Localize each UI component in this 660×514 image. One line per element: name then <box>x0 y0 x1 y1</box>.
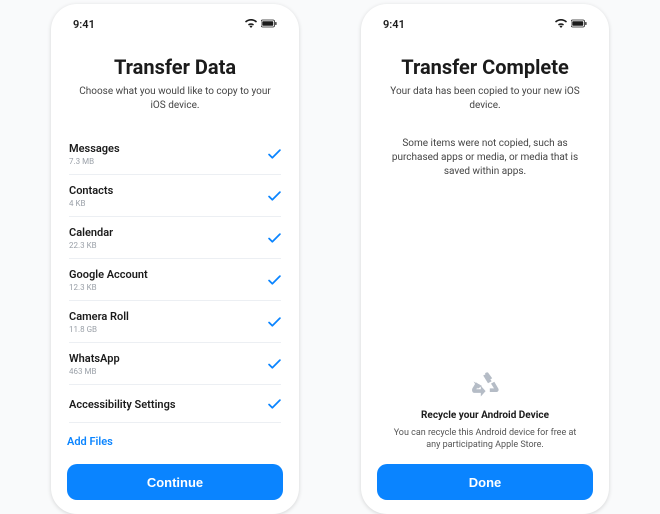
check-icon <box>268 355 281 374</box>
list-item[interactable]: Contacts 4 KB <box>69 175 281 217</box>
header: Transfer Complete Your data has been cop… <box>377 55 593 113</box>
list-item-title: Contacts <box>69 184 113 197</box>
phone-transfer-data: 9:41 Transfer Data Choose what you would… <box>51 4 299 514</box>
page-subtitle: Choose what you would like to copy to yo… <box>67 85 283 113</box>
continue-button[interactable]: Continue <box>67 464 283 500</box>
status-time: 9:41 <box>383 18 405 31</box>
list-item-size: 463 MB <box>69 367 120 376</box>
list-item[interactable]: WhatsApp 463 MB <box>69 343 281 385</box>
page-title: Transfer Data <box>67 55 283 79</box>
check-icon <box>268 145 281 164</box>
list-item-size: 11.8 GB <box>69 325 129 334</box>
wifi-icon <box>245 18 257 31</box>
header: Transfer Data Choose what you would like… <box>67 55 283 113</box>
status-time: 9:41 <box>73 18 95 31</box>
transfer-item-list: Messages 7.3 MB Contacts 4 KB Calendar 22.3 K… <box>67 133 283 423</box>
status-bar: 9:41 <box>67 16 283 31</box>
battery-icon <box>571 18 587 31</box>
list-item-labels: Camera Roll 11.8 GB <box>69 310 129 334</box>
list-item[interactable]: Google Account 12.3 KB <box>69 259 281 301</box>
check-icon <box>268 395 281 414</box>
list-item-labels: WhatsApp 463 MB <box>69 352 120 376</box>
list-item-labels: Calendar 22.3 KB <box>69 226 113 250</box>
list-item[interactable]: Accessibility Settings <box>69 385 281 423</box>
recycle-title: Recycle your Android Device <box>383 410 587 421</box>
done-button[interactable]: Done <box>377 464 593 500</box>
list-item-title: WhatsApp <box>69 352 120 365</box>
phone-transfer-complete: 9:41 Transfer Complete Your data has bee… <box>361 4 609 514</box>
list-item-title: Calendar <box>69 226 113 239</box>
list-item-size: 12.3 KB <box>69 283 148 292</box>
battery-icon <box>261 18 277 31</box>
add-files-link[interactable]: Add Files <box>67 423 283 452</box>
list-item-labels: Accessibility Settings <box>69 398 176 411</box>
list-item[interactable]: Calendar 22.3 KB <box>69 217 281 259</box>
list-item-title: Accessibility Settings <box>69 398 176 411</box>
status-icons <box>555 18 587 31</box>
page-title: Transfer Complete <box>377 55 593 79</box>
status-icons <box>245 18 277 31</box>
list-item-size: 7.3 MB <box>69 157 120 166</box>
check-icon <box>268 229 281 248</box>
list-item-title: Messages <box>69 142 120 155</box>
check-icon <box>268 271 281 290</box>
list-item-labels: Contacts 4 KB <box>69 184 113 208</box>
list-item-size: 4 KB <box>69 199 113 208</box>
list-item-labels: Messages 7.3 MB <box>69 142 120 166</box>
recycle-text: You can recycle this Android device for … <box>383 427 587 452</box>
list-item-size: 22.3 KB <box>69 241 113 250</box>
recycle-icon <box>383 372 587 404</box>
check-icon <box>268 313 281 332</box>
page-subtitle: Your data has been copied to your new iO… <box>377 85 593 113</box>
list-item-title: Google Account <box>69 268 148 281</box>
recycle-block: Recycle your Android Device You can recy… <box>377 372 593 464</box>
list-item-title: Camera Roll <box>69 310 129 323</box>
status-bar: 9:41 <box>377 16 593 31</box>
transfer-note: Some items were not copied, such as purc… <box>377 137 593 179</box>
check-icon <box>268 187 281 206</box>
list-item[interactable]: Messages 7.3 MB <box>69 133 281 175</box>
list-item-labels: Google Account 12.3 KB <box>69 268 148 292</box>
wifi-icon <box>555 18 567 31</box>
list-item[interactable]: Camera Roll 11.8 GB <box>69 301 281 343</box>
